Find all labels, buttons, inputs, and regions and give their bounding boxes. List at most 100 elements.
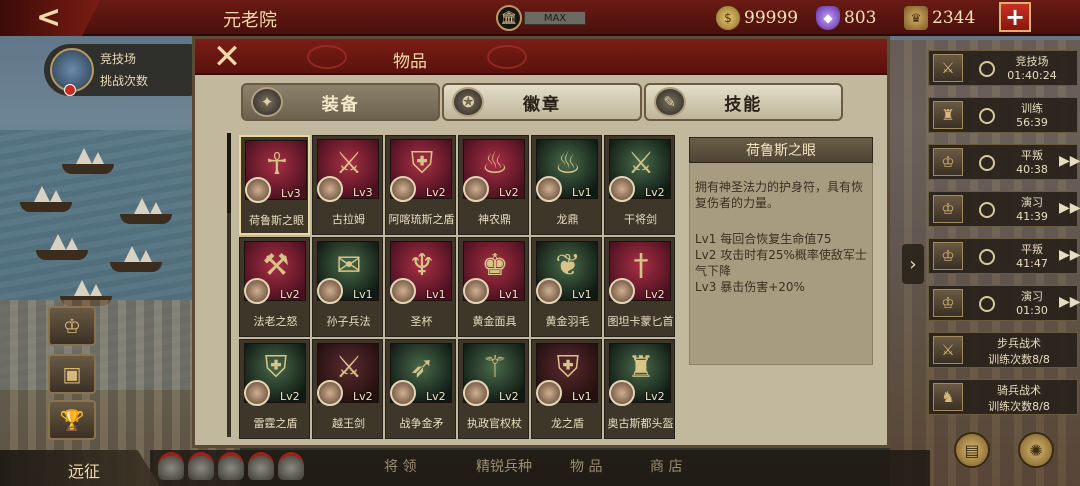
bottom-tab-items[interactable]: 物 品 xyxy=(570,456,602,476)
level-effect: Lv2 攻击时有25%概率使敌军士气下降 xyxy=(695,248,867,278)
item-cell[interactable]: ⚚ Lv2 执政官权杖 xyxy=(458,339,529,439)
general-avatar xyxy=(390,176,416,202)
bottom-tab-elite-units[interactable]: 精锐兵种 xyxy=(476,456,532,476)
bottom-tab-generals[interactable]: 将 领 xyxy=(384,456,416,476)
back-button[interactable]: < xyxy=(0,0,100,36)
activity-item-training[interactable]: ♜ 训练 56:39 xyxy=(928,97,1078,133)
item-level: Lv2 xyxy=(645,390,665,403)
chest-menu-button[interactable]: ▣ xyxy=(48,354,96,394)
item-name: 神农鼎 xyxy=(478,213,511,226)
laurel-icon: ♔ xyxy=(933,289,963,317)
item-level: Lv2 xyxy=(426,186,446,199)
item-level: Lv1 xyxy=(572,288,592,301)
ship-icon xyxy=(120,214,172,224)
item-level: Lv2 xyxy=(280,390,300,403)
item-cell[interactable]: ♚ Lv1 黄金面具 xyxy=(458,237,529,337)
item-level: Lv2 xyxy=(426,390,446,403)
challenges-label: 挑战次数 xyxy=(100,74,149,88)
item-level: Lv2 xyxy=(499,186,519,199)
senate-building-icon: 🏛 xyxy=(496,5,522,31)
tab-badges[interactable]: ✪ 徽章 xyxy=(442,83,642,121)
item-cell[interactable]: ❦ Lv1 黄金羽毛 xyxy=(531,237,602,337)
item-cell[interactable]: ⚔ Lv2 越王剑 xyxy=(312,339,383,439)
laurel-icon: ♔ xyxy=(933,195,963,223)
laurel-icon: ♔ xyxy=(933,242,963,270)
item-cell[interactable]: ⚔ Lv3 古拉姆 xyxy=(312,135,383,235)
item-cell[interactable]: ⛨ Lv2 雷霆之盾 xyxy=(239,339,310,439)
book-icon: ▤ xyxy=(964,440,980,460)
item-cell[interactable]: ♜ Lv2 奥古斯都头盔 xyxy=(604,339,675,439)
chevron-right-icon: › xyxy=(909,253,917,275)
item-name: 奥古斯都头盔 xyxy=(607,417,674,430)
item-level: Lv1 xyxy=(572,186,592,199)
item-level: Lv3 xyxy=(353,186,373,199)
scrollbar-thumb[interactable] xyxy=(227,133,231,213)
item-name: 雷霆之盾 xyxy=(253,417,298,430)
tab-label: 技能 xyxy=(724,94,763,115)
general-avatar xyxy=(536,380,562,406)
bottom-tab-shop[interactable]: 商 店 xyxy=(650,456,682,476)
activity-item-rebellion[interactable]: ♔ 平叛 41:47 ▶▶ xyxy=(928,238,1080,274)
activity-name: 平叛 xyxy=(1021,243,1043,256)
laurel-icon: ♔ xyxy=(933,148,963,176)
tab-equipment[interactable]: ✦ 装备 xyxy=(241,83,441,121)
activity-name: 步兵战术 xyxy=(997,337,1041,350)
gem-icon: ◆ xyxy=(816,6,840,30)
item-grid: ☥ Lv3 荷鲁斯之眼 ⚔ Lv3 古拉姆 ⛨ Lv2 阿喀琉斯之盾 ♨ Lv2… xyxy=(239,135,675,439)
laurel-menu-button[interactable]: ♔ xyxy=(48,306,96,346)
arena-summary[interactable]: 竞技场 挑战次数 xyxy=(44,44,194,96)
item-cell[interactable]: ☥ Lv3 荷鲁斯之眼 xyxy=(239,135,310,235)
tab-skills[interactable]: ✎ 技能 xyxy=(643,83,843,121)
trophy-menu-button[interactable]: 🏆 xyxy=(48,400,96,440)
skill-scroll-icon: ✎ xyxy=(653,87,686,117)
level-effect: Lv3 暴击伤害+20% xyxy=(695,280,805,294)
item-name: 越王剑 xyxy=(332,417,365,430)
item-level-effects: Lv1 每回合恢复生命值75 Lv2 攻击时有25%概率使敌军士气下降 Lv3 … xyxy=(695,231,871,295)
item-cell[interactable]: † Lv2 图坦卡蒙匕首 xyxy=(604,237,675,337)
item-cell[interactable]: ♨ Lv2 神农鼎 xyxy=(458,135,529,235)
item-cell[interactable]: ⛨ Lv2 阿喀琉斯之盾 xyxy=(385,135,456,235)
item-cell[interactable]: ➶ Lv2 战争金矛 xyxy=(385,339,456,439)
add-resource-button[interactable]: + xyxy=(999,2,1031,32)
horse-icon: ♞ xyxy=(933,383,963,411)
general-avatar xyxy=(317,278,343,304)
general-avatar xyxy=(463,278,489,304)
item-cell[interactable]: ⚔ Lv2 干将剑 xyxy=(604,135,675,235)
item-cell[interactable]: ♨ Lv1 龙鼎 xyxy=(531,135,602,235)
fast-forward-icon: ▶▶ xyxy=(1059,153,1080,169)
activity-item-arena[interactable]: ⚔ 竞技场 01:40:24 xyxy=(928,50,1078,86)
item-cell[interactable]: ♆ Lv1 圣杯 xyxy=(385,237,456,337)
item-cell[interactable]: ⛨ Lv1 龙之盾 xyxy=(531,339,602,439)
helmet-icon xyxy=(248,452,274,480)
activity-item-exercise[interactable]: ♔ 演习 41:39 ▶▶ xyxy=(928,191,1080,227)
item-name: 黄金面具 xyxy=(472,315,517,328)
activity-item-rebellion[interactable]: ♔ 平叛 40:38 ▶▶ xyxy=(928,144,1080,180)
item-cell[interactable]: ⚒ Lv2 法老之怒 xyxy=(239,237,310,337)
item-level: Lv2 xyxy=(645,288,665,301)
item-name: 法老之怒 xyxy=(253,315,298,328)
book-button[interactable]: ▤ xyxy=(954,432,990,468)
activity-time: 41:39 xyxy=(1016,210,1048,223)
activity-item-exercise[interactable]: ♔ 演习 01:30 ▶▶ xyxy=(928,285,1080,321)
ship-icon xyxy=(110,262,162,272)
item-name: 战争金矛 xyxy=(399,417,444,430)
clock-icon xyxy=(979,108,995,124)
general-avatar xyxy=(463,380,489,406)
general-avatar xyxy=(536,176,562,202)
general-avatar xyxy=(390,278,416,304)
expedition-button[interactable]: 远征 xyxy=(0,450,160,486)
item-level: Lv3 xyxy=(281,187,301,200)
plus-icon: + xyxy=(1004,3,1026,31)
expand-right-button[interactable]: › xyxy=(902,244,924,284)
ship-icon xyxy=(20,202,72,212)
activity-item-infantry-tactics[interactable]: ⚔ 步兵战术 训练次数8/8 xyxy=(928,332,1078,368)
item-name: 干将剑 xyxy=(624,213,657,226)
settings-button[interactable]: ✺ xyxy=(1018,432,1054,468)
activity-count: 训练次数8/8 xyxy=(988,400,1050,413)
fast-forward-icon: ▶▶ xyxy=(1059,200,1080,216)
clock-icon xyxy=(979,155,995,171)
helmet-icon: ♜ xyxy=(933,101,963,129)
ship-icon xyxy=(36,250,88,260)
item-cell[interactable]: ✉ Lv1 孙子兵法 xyxy=(312,237,383,337)
activity-item-cavalry-tactics[interactable]: ♞ 骑兵战术 训练次数8/8 xyxy=(928,379,1078,415)
